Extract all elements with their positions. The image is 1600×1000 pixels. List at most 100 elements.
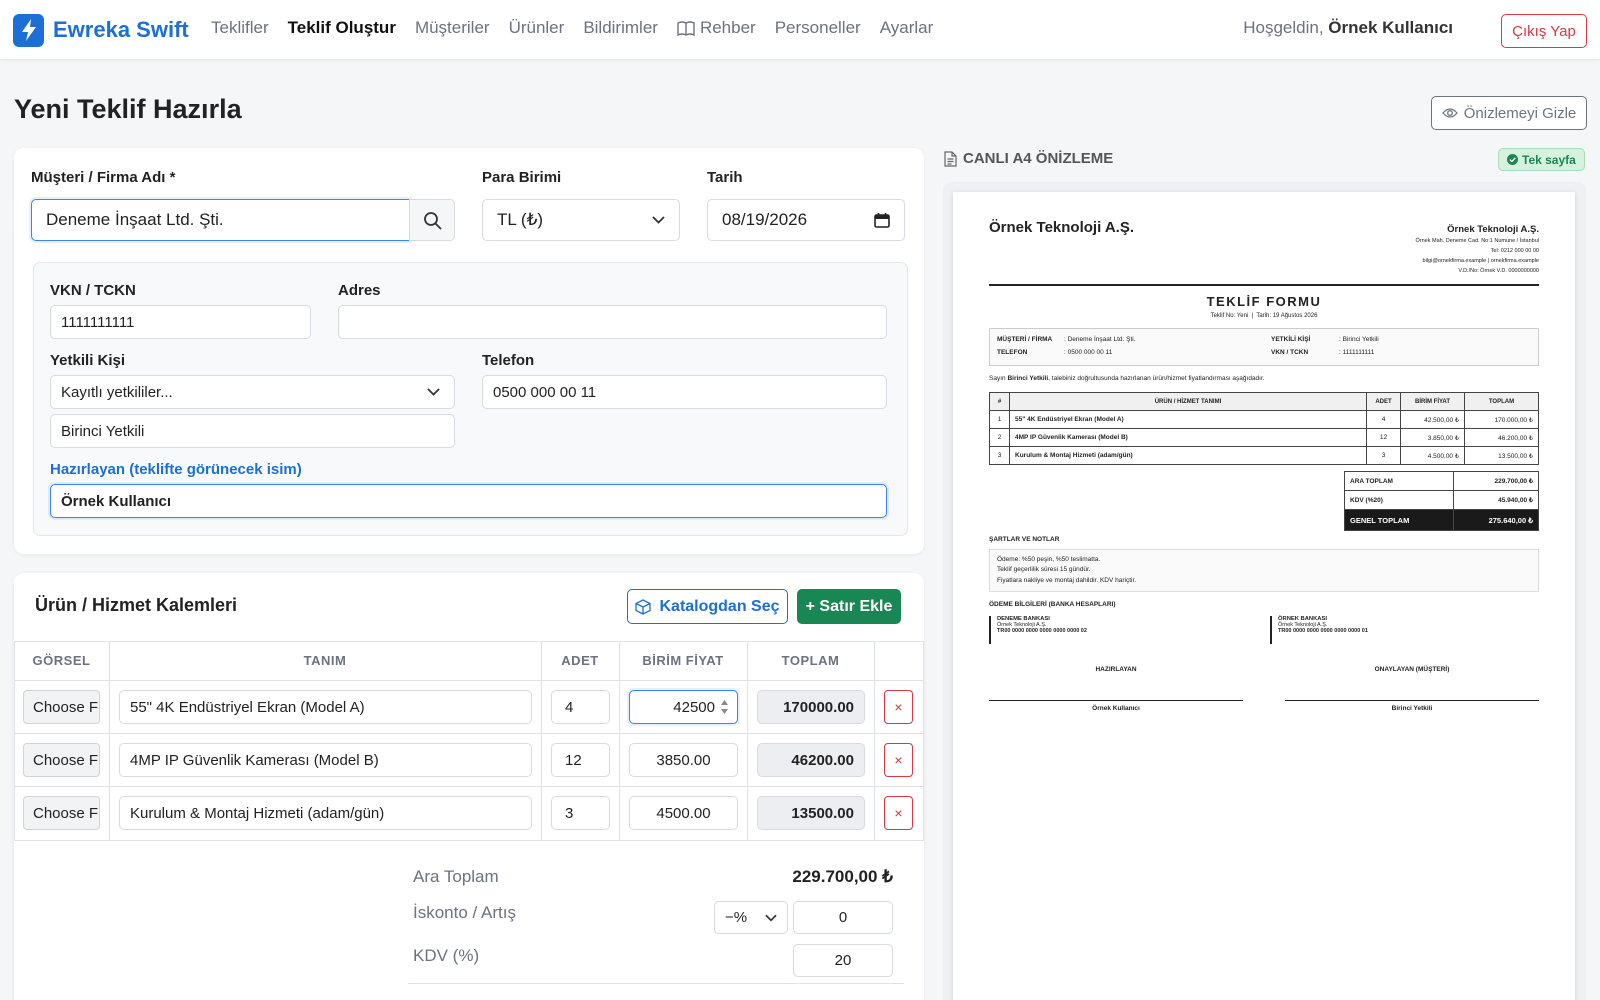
pv-row-desc: 4MP IP Güvenlik Kamerası (Model B) xyxy=(1009,428,1367,447)
nav-link-urunler[interactable]: Ürünler xyxy=(509,18,565,38)
calendar-icon[interactable] xyxy=(874,212,890,228)
pv-row-no: 2 xyxy=(989,428,1010,447)
add-row-button[interactable]: + Satır Ekle xyxy=(797,589,901,624)
nav-link-teklifler[interactable]: Teklifler xyxy=(211,18,269,38)
row-total-value: 170000.00 xyxy=(757,690,865,724)
choose-file-button[interactable]: Choose File xyxy=(23,690,100,724)
preparer-input[interactable]: Örnek Kullanıcı xyxy=(50,484,887,518)
pv-company-name: Örnek Teknoloji A.Ş. xyxy=(989,219,1135,236)
table-row-border xyxy=(14,733,924,734)
pv-row-qty: 3 xyxy=(1366,446,1401,465)
pv-info-box xyxy=(989,328,1539,366)
row-description-input[interactable]: Kurulum & Montaj Hizmeti (adam/gün) xyxy=(119,796,532,830)
row-price-input[interactable]: 42500 xyxy=(629,690,738,724)
delete-row-button[interactable]: × xyxy=(884,743,913,777)
pv-bank-2-iban: TR00 0000 0000 0000 0000 0000 01 xyxy=(1278,628,1368,634)
pv-bank-title: ÖDEME BİLGİLERİ (BANKA HESAPLARI) xyxy=(989,601,1116,608)
spinner-icon[interactable] xyxy=(720,698,729,716)
pv-th-no: # xyxy=(989,392,1010,411)
delete-row-button[interactable]: × xyxy=(884,796,913,830)
choose-file-button[interactable]: Choose File xyxy=(23,796,100,830)
row-description-input[interactable]: 55" 4K Endüstriyel Ekran (Model A) xyxy=(119,690,532,724)
currency-select[interactable]: TL (₺) xyxy=(482,199,680,241)
preview-header-label: CANLI A4 ÖNİZLEME xyxy=(963,150,1114,167)
pv-th-price: BİRİM FİYAT xyxy=(1400,392,1465,411)
chevron-down-icon xyxy=(652,216,665,224)
nav-link-bildirimler[interactable]: Bildirimler xyxy=(583,18,658,38)
preview-header: CANLI A4 ÖNİZLEME xyxy=(944,150,1113,167)
contact-name-input[interactable]: Birinci Yetkili xyxy=(50,414,455,448)
phone-input[interactable]: 0500 000 00 11 xyxy=(482,375,887,409)
pv-row-qty: 4 xyxy=(1366,410,1401,429)
pv-intro-prefix: Sayın xyxy=(989,375,1006,382)
customer-input[interactable]: Deneme İnşaat Ltd. Şti. xyxy=(31,199,410,241)
pv-grand-total-value: 275.640,00 ₺ xyxy=(1452,509,1539,531)
pv-company-web: bilgi@ornekfirma.example | ornekfirma.ex… xyxy=(1422,258,1539,264)
address-input[interactable] xyxy=(338,305,887,339)
nav-link-rehber[interactable]: Rehber xyxy=(677,18,756,38)
row-description-input[interactable]: 4MP IP Güvenlik Kamerası (Model B) xyxy=(119,743,532,777)
discount-input[interactable]: 0 xyxy=(793,901,893,934)
pv-intro: Sayın Birinci Yetkili, talebiniz doğrult… xyxy=(989,375,1265,382)
pv-sign-right-line xyxy=(1285,700,1539,701)
a4-preview-page: Örnek Teknoloji A.Ş. Örnek Teknoloji A.Ş… xyxy=(953,192,1575,1000)
document-icon xyxy=(944,150,957,167)
pv-bank-1-iban: TR00 0000 0000 0000 0000 0000 02 xyxy=(997,628,1087,634)
brand[interactable]: Ewreka Swift xyxy=(13,13,189,47)
row-qty-input[interactable]: 4 xyxy=(551,690,610,724)
pv-intro-rest: , talebiniz doğrultusunda hazırlanan ürü… xyxy=(1048,375,1265,382)
pv-info-contact: : Birinci Yetkili xyxy=(1339,336,1379,343)
nav-link-musteriler[interactable]: Müşteriler xyxy=(415,18,490,38)
pv-row-price: 4.500,00 ₺ xyxy=(1400,446,1465,465)
row-price-input[interactable]: 3850.00 xyxy=(629,743,738,777)
pv-row-total: 170.000,00 ₺ xyxy=(1464,410,1539,429)
date-value: 08/19/2026 xyxy=(722,210,808,229)
pv-subtotal-value: 229.700,00 ₺ xyxy=(1452,471,1539,491)
vkn-input[interactable]: 1111111111 xyxy=(50,305,311,339)
currency-value: TL (₺) xyxy=(497,210,544,229)
pv-vat-label: KDV (%20) xyxy=(1344,490,1454,510)
phone-label: Telefon xyxy=(482,352,535,369)
contact-select[interactable]: Kayıtlı yetkililer... xyxy=(50,375,455,409)
lightning-icon xyxy=(13,13,44,47)
pv-info-customer: : Deneme İnşaat Ltd. Şti. xyxy=(1064,336,1136,343)
pv-term-line: Fiyatlara nakliye ve montaj dahildir. KD… xyxy=(997,577,1137,584)
welcome-user: Örnek Kullanıcı xyxy=(1328,18,1453,37)
th-qty: ADET xyxy=(561,653,599,668)
nav-link-teklif-olustur[interactable]: Teklif Oluştur xyxy=(288,18,396,38)
subtotal-label: Ara Toplam xyxy=(413,867,499,886)
row-qty-input[interactable]: 12 xyxy=(551,743,610,777)
discount-type-select[interactable]: −% xyxy=(714,901,788,934)
th-total: TOPLAM xyxy=(781,653,840,668)
logout-button[interactable]: Çıkış Yap xyxy=(1501,14,1587,48)
date-label: Tarih xyxy=(707,169,743,186)
row-total-value: 46200.00 xyxy=(757,743,865,777)
customer-search-button[interactable] xyxy=(409,199,455,241)
catalog-button[interactable]: Katalogdan Seç xyxy=(627,589,788,624)
table-header-border xyxy=(14,680,924,681)
welcome-text: Hoşgeldin, Örnek Kullanıcı xyxy=(1243,18,1453,38)
discount-type-value: −% xyxy=(725,909,748,926)
discount-label: İskonto / Artış xyxy=(413,903,516,922)
hide-preview-button[interactable]: Önizlemeyi Gizle xyxy=(1431,96,1587,130)
nav-link-personeller[interactable]: Personeller xyxy=(775,18,861,38)
th-description: TANIM xyxy=(303,653,347,668)
table-bottom-border xyxy=(14,840,924,841)
pv-bank-2: ÖRNEK BANKASI Örnek Teknoloji A.Ş. TR00 … xyxy=(1270,616,1368,644)
row-qty-input[interactable]: 3 xyxy=(551,796,610,830)
check-circle-icon xyxy=(1507,154,1518,165)
pv-term-line: Teklif geçerlilik süresi 15 gündür. xyxy=(997,566,1091,573)
address-label: Adres xyxy=(338,282,381,299)
pv-intro-name: Birinci Yetkili xyxy=(1007,375,1049,382)
nav-link-rehber-label: Rehber xyxy=(699,18,756,37)
delete-row-button[interactable]: × xyxy=(884,690,913,724)
pv-table-row: 2 4MP IP Güvenlik Kamerası (Model B) 12 … xyxy=(989,428,1539,447)
nav-link-ayarlar[interactable]: Ayarlar xyxy=(880,18,934,38)
date-input[interactable]: 08/19/2026 xyxy=(707,199,905,241)
row-price-input[interactable]: 4500.00 xyxy=(629,796,738,830)
pv-info-phone-label: TELEFON xyxy=(997,349,1028,356)
pv-info-customer-label: MÜŞTERİ / FİRMA xyxy=(997,336,1053,343)
pv-form-title: TEKLİF FORMU xyxy=(1206,294,1322,309)
vat-input[interactable]: 20 xyxy=(793,944,893,977)
choose-file-button[interactable]: Choose File xyxy=(23,743,100,777)
